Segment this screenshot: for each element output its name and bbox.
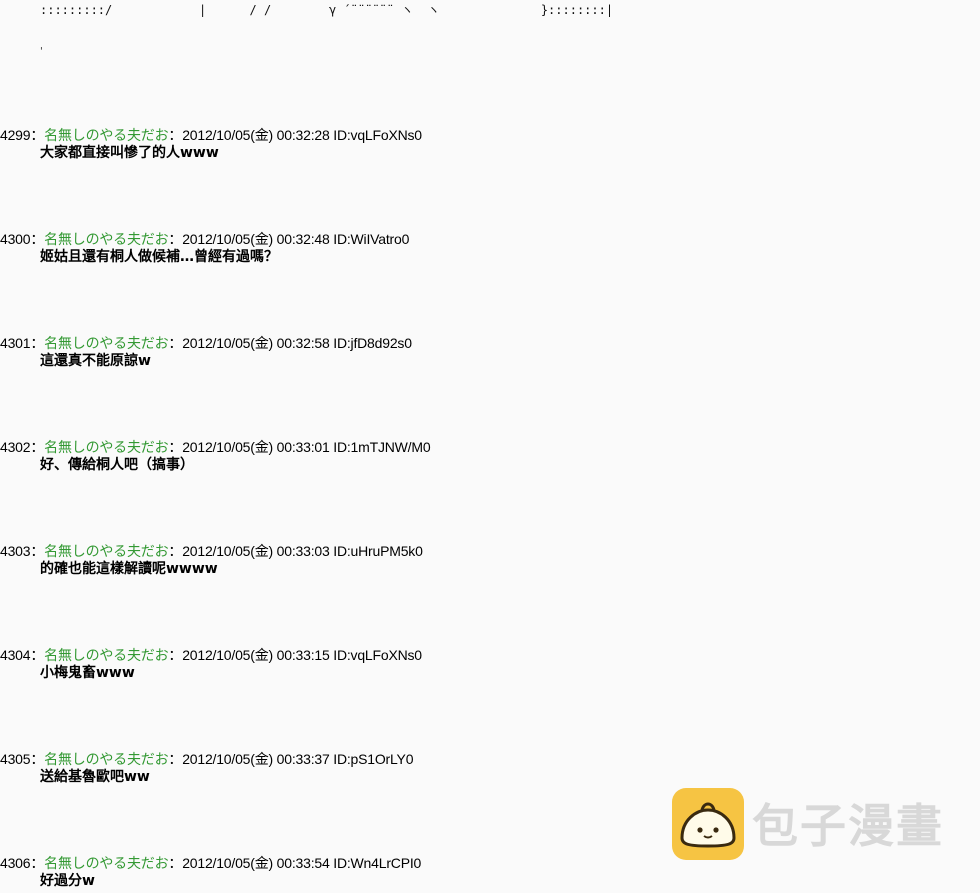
poster-name: 名無しのやる夫だお <box>44 751 169 767</box>
separator: ： <box>168 647 183 663</box>
post-meta: 2012/10/05(金) 00:33:03 ID:uHruPM5k0 <box>182 543 423 559</box>
post: 4303：名無しのやる夫だお：2012/10/05(金) 00:33:03 ID… <box>0 542 700 578</box>
poster-name: 名無しのやる夫だお <box>44 855 169 871</box>
post-meta: 2012/10/05(金) 00:32:48 ID:WiIVatro0 <box>182 231 410 247</box>
post-number: 4305 <box>0 751 31 767</box>
separator: ： <box>30 231 45 247</box>
post-number: 4304 <box>0 647 31 663</box>
post: 4301：名無しのやる夫だお：2012/10/05(金) 00:32:58 ID… <box>0 334 700 370</box>
separator: ： <box>30 543 45 559</box>
post-message: 好、傳給桐人吧（搞事） <box>40 457 194 473</box>
bun-icon <box>672 788 744 860</box>
post-meta: 2012/10/05(金) 00:33:37 ID:pS1OrLY0 <box>182 751 414 767</box>
separator: ： <box>168 231 183 247</box>
post-message: 好過分w <box>40 873 95 889</box>
post-header: 4303：名無しのやる夫だお：2012/10/05(金) 00:33:03 ID… <box>0 542 700 560</box>
separator: ： <box>30 647 45 663</box>
separator: ： <box>168 855 183 871</box>
separator: ： <box>168 543 183 559</box>
post-number: 4302 <box>0 439 31 455</box>
poster-name: 名無しのやる夫だお <box>44 127 169 143</box>
post: 4305：名無しのやる夫だお：2012/10/05(金) 00:33:37 ID… <box>0 750 700 786</box>
post: 4306：名無しのやる夫だお：2012/10/05(金) 00:33:54 ID… <box>0 854 700 890</box>
post-meta: 2012/10/05(金) 00:32:58 ID:jfD8d92s0 <box>182 335 412 351</box>
post-number: 4306 <box>0 855 31 871</box>
post-meta: 2012/10/05(金) 00:33:15 ID:vqLFoXNs0 <box>182 647 422 663</box>
separator: ： <box>168 439 183 455</box>
post: 4300：名無しのやる夫だお：2012/10/05(金) 00:32:48 ID… <box>0 230 700 266</box>
post-number: 4303 <box>0 543 31 559</box>
post-header: 4299：名無しのやる夫だお：2012/10/05(金) 00:32:28 ID… <box>0 126 700 144</box>
separator: ： <box>30 855 45 871</box>
separator: ： <box>168 127 183 143</box>
post-header: 4306：名無しのやる夫だお：2012/10/05(金) 00:33:54 ID… <box>0 854 700 872</box>
post-header: 4301：名無しのやる夫だお：2012/10/05(金) 00:32:58 ID… <box>0 334 700 352</box>
post-message: 姬姑且還有桐人做候補…曾經有過嗎？ <box>40 249 278 265</box>
watermark: 包子漫畫 <box>672 788 962 862</box>
watermark-text: 包子漫畫 <box>752 799 944 853</box>
separator: ： <box>30 751 45 767</box>
ascii-art-line: :::::::::/ | / / γ ´¨¨¨¨¨¨ ヽ ヽ }::::::::… <box>40 3 614 17</box>
post-number: 4299 <box>0 127 31 143</box>
separator: ： <box>168 751 183 767</box>
poster-name: 名無しのやる夫だお <box>44 647 169 663</box>
post-header: 4304：名無しのやる夫だお：2012/10/05(金) 00:33:15 ID… <box>0 646 700 664</box>
post: 4302：名無しのやる夫だお：2012/10/05(金) 00:33:01 ID… <box>0 438 700 474</box>
post-message: 小梅鬼畜www <box>40 665 135 681</box>
post-number: 4301 <box>0 335 31 351</box>
post-header: 4300：名無しのやる夫だお：2012/10/05(金) 00:32:48 ID… <box>0 230 700 248</box>
post: 4299：名無しのやる夫だお：2012/10/05(金) 00:32:28 ID… <box>0 126 700 162</box>
poster-name: 名無しのやる夫だお <box>44 439 169 455</box>
post-message: 送給基魯歐吧ww <box>40 769 150 785</box>
poster-name: 名無しのやる夫だお <box>44 543 169 559</box>
post-message: 這還真不能原諒w <box>40 353 151 369</box>
post-meta: 2012/10/05(金) 00:32:28 ID:vqLFoXNs0 <box>182 127 422 143</box>
post-meta: 2012/10/05(金) 00:33:54 ID:Wn4LrCPI0 <box>182 855 422 871</box>
poster-name: 名無しのやる夫だお <box>44 335 169 351</box>
separator: ： <box>30 335 45 351</box>
poster-name: 名無しのやる夫だお <box>44 231 169 247</box>
separator: ： <box>30 127 45 143</box>
post-header: 4302：名無しのやる夫だお：2012/10/05(金) 00:33:01 ID… <box>0 438 700 456</box>
post-meta: 2012/10/05(金) 00:33:01 ID:1mTJNW/M0 <box>182 439 431 455</box>
post-number: 4300 <box>0 231 31 247</box>
post-message: 的確也能這樣解讀呢wwww <box>40 561 218 577</box>
post-message: 大家都直接叫慘了的人www <box>40 145 219 161</box>
post-header: 4305：名無しのやる夫だお：2012/10/05(金) 00:33:37 ID… <box>0 750 700 768</box>
separator: ： <box>168 335 183 351</box>
ascii-art-dot: ' <box>40 46 43 57</box>
separator: ： <box>30 439 45 455</box>
post: 4304：名無しのやる夫だお：2012/10/05(金) 00:33:15 ID… <box>0 646 700 682</box>
